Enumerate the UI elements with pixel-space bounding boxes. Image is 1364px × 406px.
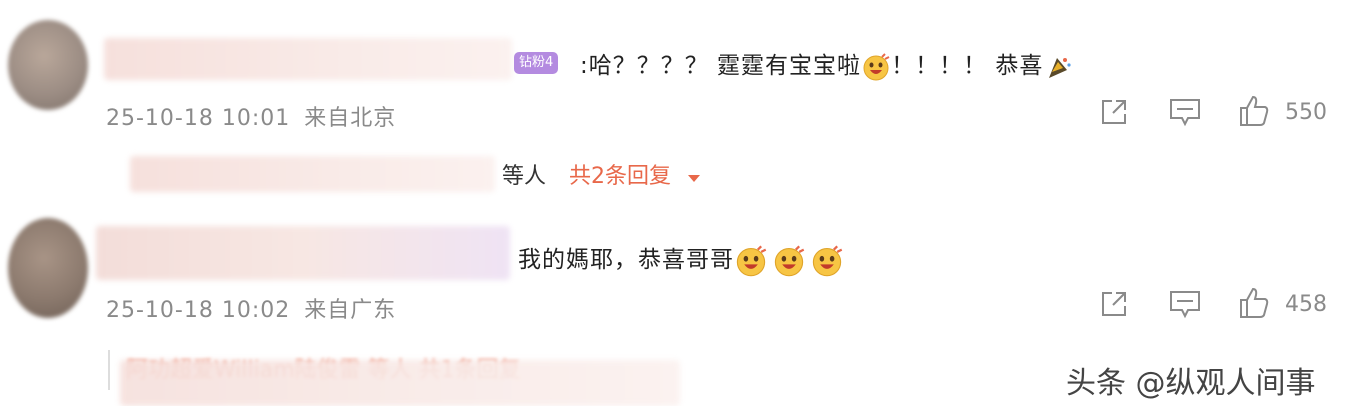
grin-emoji-icon: [772, 244, 806, 278]
timestamp: 25-10-18 10:01: [106, 106, 291, 131]
like-icon[interactable]: [1238, 94, 1270, 128]
view-replies-link[interactable]: 共2条回复: [569, 164, 671, 189]
location: 来自广东: [304, 298, 397, 323]
share-icon[interactable]: [1098, 288, 1130, 320]
comment-icon[interactable]: [1168, 288, 1202, 320]
grin-emoji-icon: [861, 52, 891, 82]
reply-suffix: 等人: [502, 164, 547, 189]
avatar[interactable]: [8, 218, 88, 318]
reply-summary: 等人 共2条回复: [502, 158, 702, 190]
fan-badge: 钻粉4: [514, 52, 559, 74]
comment-meta: 25-10-18 10:01 来自北京: [106, 100, 396, 132]
like-count: 458: [1285, 292, 1327, 317]
dropdown-caret-icon[interactable]: [686, 165, 702, 190]
comment-meta: 25-10-18 10:02 来自广东: [106, 292, 396, 324]
username-blurred[interactable]: [104, 38, 512, 80]
comment-text-part: ！！！！ 恭喜: [891, 53, 1044, 79]
username-blurred[interactable]: [96, 226, 510, 280]
reply-users-blurred[interactable]: [130, 156, 495, 192]
grin-emoji-icon: [734, 244, 768, 278]
comment-icon[interactable]: [1168, 96, 1202, 128]
party-popper-icon: [1043, 52, 1073, 82]
like-icon[interactable]: [1238, 286, 1270, 320]
timestamp: 25-10-18 10:02: [106, 298, 291, 323]
comment-text-part: :哈？？？？ 霆霆有宝宝啦: [580, 53, 862, 79]
reply-users-blurred: [120, 360, 680, 406]
comment-text-part: 我的媽耶，恭喜哥哥: [518, 247, 734, 273]
location: 来自北京: [304, 106, 397, 131]
comment-text: :哈？？？？ 霆霆有宝宝啦 ！！！！ 恭喜: [580, 46, 1073, 82]
share-icon[interactable]: [1098, 96, 1130, 128]
comment-text: 我的媽耶，恭喜哥哥: [518, 240, 844, 278]
avatar[interactable]: [8, 20, 88, 110]
grin-emoji-icon: [810, 244, 844, 278]
reply-divider: [108, 350, 110, 390]
watermark: 头条 @纵观人间事: [1066, 366, 1316, 401]
like-count: 550: [1285, 100, 1327, 125]
